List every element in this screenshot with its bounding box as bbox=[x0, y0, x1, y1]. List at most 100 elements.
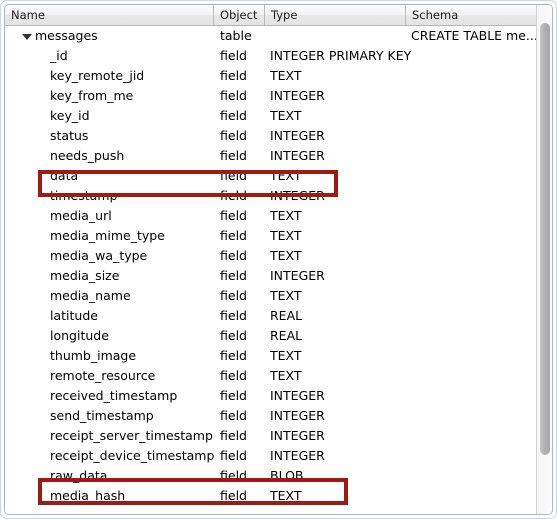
field-row[interactable]: thumb_image field TEXT bbox=[5, 346, 536, 366]
field-name-cell: longitude bbox=[5, 326, 109, 346]
field-name-cell: key_from_me bbox=[5, 86, 133, 106]
field-name-label: key_id bbox=[50, 108, 90, 123]
column-header-type[interactable]: Type bbox=[265, 5, 406, 25]
field-name-cell: media_hash bbox=[5, 486, 125, 506]
field-type-cell: TEXT bbox=[270, 208, 302, 223]
field-row[interactable]: media_wa_type field TEXT bbox=[5, 246, 536, 266]
field-row[interactable]: key_from_me field INTEGER bbox=[5, 86, 536, 106]
field-name-label: received_timestamp bbox=[50, 388, 178, 403]
field-row[interactable]: status field INTEGER bbox=[5, 126, 536, 146]
field-object-cell: field bbox=[220, 368, 247, 383]
field-type-cell: TEXT bbox=[270, 488, 302, 503]
field-name-label: send_timestamp bbox=[50, 408, 154, 423]
field-type-cell: BLOB bbox=[270, 468, 304, 483]
column-header-schema[interactable]: Schema bbox=[406, 5, 545, 25]
field-row[interactable]: receipt_server_timestamp field INTEGER bbox=[5, 426, 536, 446]
field-object-cell: field bbox=[220, 308, 247, 323]
field-row[interactable]: raw_data field BLOB bbox=[5, 466, 536, 486]
field-row[interactable]: media_name field TEXT bbox=[5, 286, 536, 306]
field-object-cell: field bbox=[220, 488, 247, 503]
field-name-label: timestamp bbox=[50, 188, 118, 203]
field-row[interactable]: key_remote_jid field TEXT bbox=[5, 66, 536, 86]
field-name-label: remote_resource bbox=[50, 368, 156, 383]
table-name-label: messages bbox=[35, 28, 98, 43]
field-object-cell: field bbox=[220, 348, 247, 363]
field-name-cell: media_size bbox=[5, 266, 119, 286]
field-row[interactable]: received_timestamp field INTEGER bbox=[5, 386, 536, 406]
field-name-label: media_url bbox=[50, 208, 112, 223]
field-type-cell: TEXT bbox=[270, 68, 302, 83]
vertical-scrollbar-thumb[interactable] bbox=[540, 23, 550, 455]
field-row[interactable]: media_mime_type field TEXT bbox=[5, 226, 536, 246]
column-header-name[interactable]: Name bbox=[5, 5, 214, 25]
field-object-cell: field bbox=[220, 88, 247, 103]
field-type-cell: INTEGER bbox=[270, 128, 325, 143]
table-row-messages[interactable]: messages table CREATE TABLE me... bbox=[5, 26, 536, 46]
field-name-cell: latitude bbox=[5, 306, 98, 326]
field-row[interactable]: receipt_device_timestamp field INTEGER bbox=[5, 446, 536, 466]
field-type-cell: TEXT bbox=[270, 288, 302, 303]
field-type-cell: INTEGER bbox=[270, 188, 325, 203]
vertical-scrollbar[interactable] bbox=[536, 5, 552, 514]
field-name-label: thumb_image bbox=[50, 348, 137, 363]
field-name-cell: status bbox=[5, 126, 88, 146]
field-object-cell: field bbox=[220, 408, 247, 423]
field-row[interactable]: data field TEXT bbox=[5, 166, 536, 186]
field-name-cell: media_name bbox=[5, 286, 131, 306]
field-object-cell: field bbox=[220, 468, 247, 483]
field-row[interactable]: media_hash field TEXT bbox=[5, 486, 536, 506]
field-name-label: media_hash bbox=[50, 488, 126, 503]
field-type-cell: INTEGER bbox=[270, 408, 325, 423]
field-row[interactable]: needs_push field INTEGER bbox=[5, 146, 536, 166]
field-row[interactable]: timestamp field INTEGER bbox=[5, 186, 536, 206]
field-type-cell: REAL bbox=[270, 308, 303, 323]
field-object-cell: field bbox=[220, 388, 247, 403]
field-object-cell: field bbox=[220, 128, 247, 143]
column-header-schema-label: Schema bbox=[412, 8, 459, 22]
field-name-cell: thumb_image bbox=[5, 346, 136, 366]
window-inner-frame: Name Object Type Schema messages table C… bbox=[4, 4, 553, 515]
field-row[interactable]: media_url field TEXT bbox=[5, 206, 536, 226]
field-name-cell: key_id bbox=[5, 106, 90, 126]
field-name-label: _id bbox=[50, 48, 68, 63]
field-type-cell: INTEGER PRIMARY KEY bbox=[270, 48, 412, 63]
field-object-cell: field bbox=[220, 428, 247, 443]
field-name-label: data bbox=[50, 168, 79, 183]
table-schema-cell: CREATE TABLE me... bbox=[411, 28, 536, 43]
field-object-cell: field bbox=[220, 208, 247, 223]
field-name-cell: receipt_device_timestamp bbox=[5, 446, 214, 466]
field-name-cell: key_remote_jid bbox=[5, 66, 144, 86]
field-row[interactable]: _id field INTEGER PRIMARY KEY bbox=[5, 46, 536, 66]
field-row[interactable]: media_size field INTEGER bbox=[5, 266, 536, 286]
field-type-cell: INTEGER bbox=[270, 428, 325, 443]
field-object-cell: field bbox=[220, 448, 247, 463]
field-name-label: media_size bbox=[50, 268, 120, 283]
field-object-cell: field bbox=[220, 68, 247, 83]
field-row[interactable]: key_id field TEXT bbox=[5, 106, 536, 126]
field-row[interactable]: remote_resource field TEXT bbox=[5, 366, 536, 386]
column-header-name-label: Name bbox=[11, 8, 45, 22]
field-object-cell: field bbox=[220, 168, 247, 183]
column-header-object-label: Object bbox=[220, 8, 258, 22]
field-name-label: media_mime_type bbox=[50, 228, 165, 243]
field-name-label: receipt_server_timestamp bbox=[50, 428, 213, 443]
column-header-object[interactable]: Object bbox=[214, 5, 265, 25]
field-name-cell: timestamp bbox=[5, 186, 117, 206]
field-row[interactable]: latitude field REAL bbox=[5, 306, 536, 326]
column-header-bar: Name Object Type Schema bbox=[5, 5, 552, 26]
triangle-down-icon[interactable] bbox=[22, 34, 32, 40]
field-name-label: needs_push bbox=[50, 148, 125, 163]
field-type-cell: INTEGER bbox=[270, 388, 325, 403]
field-type-cell: INTEGER bbox=[270, 448, 325, 463]
table-name-cell: messages bbox=[5, 26, 98, 46]
field-object-cell: field bbox=[220, 328, 247, 343]
field-name-cell: send_timestamp bbox=[5, 406, 154, 426]
field-name-label: media_wa_type bbox=[50, 248, 148, 263]
field-name-cell: raw_data bbox=[5, 466, 107, 486]
field-row[interactable]: send_timestamp field INTEGER bbox=[5, 406, 536, 426]
column-header-type-label: Type bbox=[271, 8, 298, 22]
field-row[interactable]: longitude field REAL bbox=[5, 326, 536, 346]
field-name-cell: received_timestamp bbox=[5, 386, 177, 406]
field-type-cell: TEXT bbox=[270, 248, 302, 263]
field-name-cell: media_wa_type bbox=[5, 246, 147, 266]
